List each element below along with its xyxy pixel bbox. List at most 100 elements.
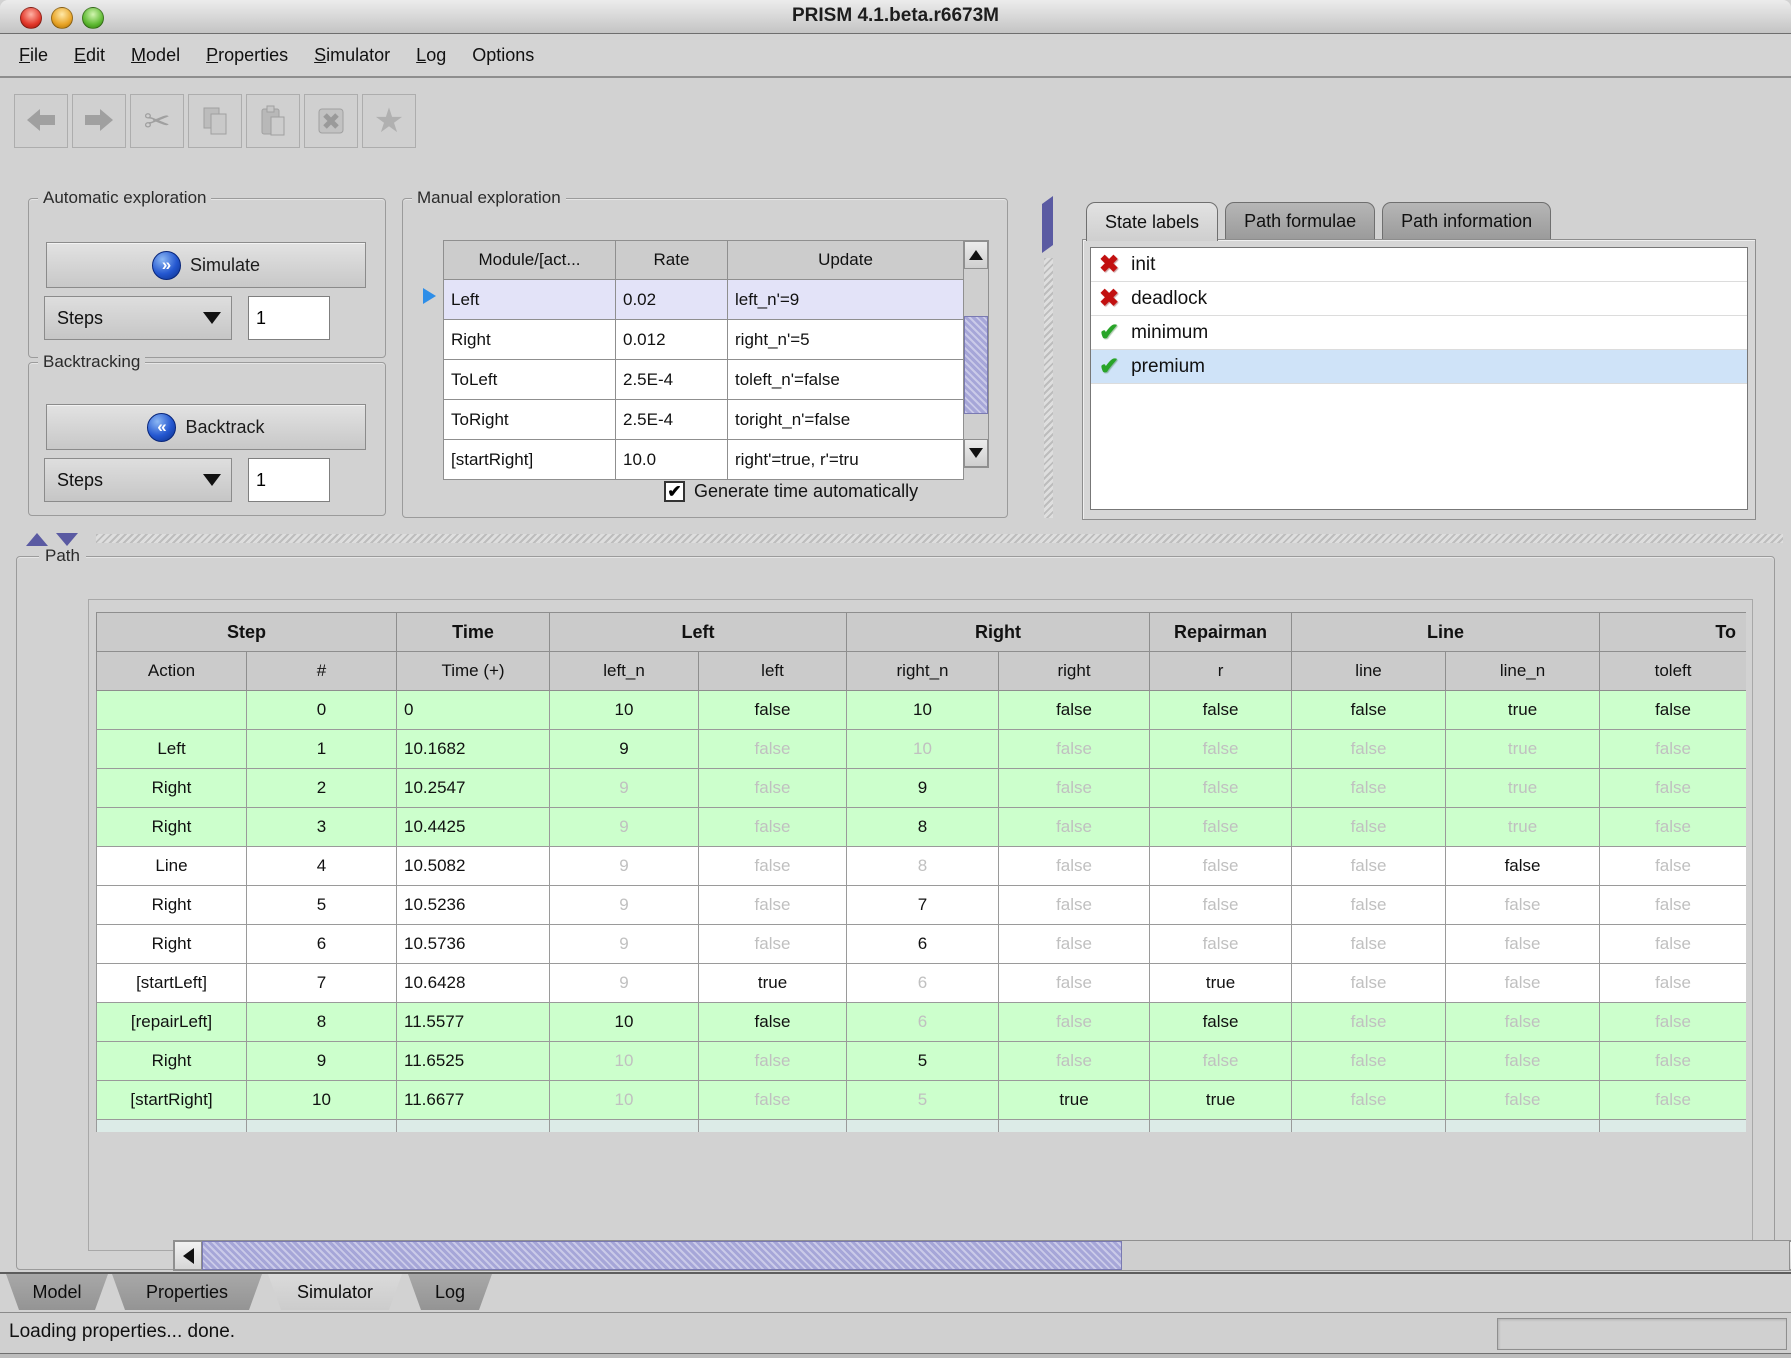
scroll-left-button[interactable] (174, 1241, 202, 1270)
cell-value: false (999, 769, 1150, 808)
cell-step-number: 5 (247, 886, 397, 925)
cut-button[interactable]: ✂ (130, 94, 184, 148)
path-row-4[interactable]: Line410.50829false8falsefalsefalsefalsef… (97, 847, 1747, 886)
path-column-left-n: left_n (550, 652, 699, 691)
state-label-deadlock[interactable]: ✖deadlock (1091, 282, 1747, 316)
generate-time-checkbox[interactable]: ✔ (664, 481, 685, 502)
simulate-steps-combo[interactable]: Steps (44, 296, 232, 340)
cell-value: false (1600, 808, 1746, 847)
cell-step-number: 1 (247, 730, 397, 769)
cell-value: 6 (847, 925, 999, 964)
backtrack-steps-combo-value: Steps (57, 470, 103, 491)
simulate-button[interactable]: » Simulate (46, 242, 366, 288)
redo-arrow-button[interactable] (72, 94, 126, 148)
state-label-init[interactable]: ✖init (1091, 248, 1747, 282)
cell-value: 9 (550, 964, 699, 1003)
cell-action: Left (97, 730, 247, 769)
cell-action: Right (97, 1042, 247, 1081)
menu-model[interactable]: Model (118, 41, 193, 70)
cell-step-number: 3 (247, 808, 397, 847)
cell-value: false (699, 886, 847, 925)
menu-simulator[interactable]: Simulator (301, 41, 403, 70)
path-row-10[interactable]: [startRight]1011.667710false5truetruefal… (97, 1081, 1747, 1120)
cell-value: false (1446, 847, 1600, 886)
copy-button[interactable] (188, 94, 242, 148)
cell-value: false (1150, 1120, 1292, 1133)
path-row-8[interactable]: [repairLeft]811.557710false6falsefalsefa… (97, 1003, 1747, 1042)
cell-value: false (1150, 769, 1292, 808)
cell-value: false (999, 847, 1150, 886)
cell-value: false (1150, 886, 1292, 925)
backtrack-steps-combo[interactable]: Steps (44, 458, 232, 502)
cell-value: false (699, 730, 847, 769)
vertical-splitter[interactable] (1040, 198, 1058, 518)
cell-value: 10 (550, 1081, 699, 1120)
tab-simulator[interactable]: Simulator (268, 1274, 402, 1310)
path-row-2[interactable]: Right210.25479false9falsefalsefalsetruef… (97, 769, 1747, 808)
path-row-0[interactable]: 0010false10falsefalsefalsetruefalse (97, 691, 1747, 730)
cell-value: false (1292, 769, 1446, 808)
path-horizontal-scrollbar[interactable] (173, 1240, 1791, 1271)
cell-value: 9 (550, 730, 699, 769)
tab-state-labels[interactable]: State labels (1086, 202, 1218, 241)
backtrack-steps-input[interactable] (248, 458, 330, 502)
cell-value: true (699, 964, 847, 1003)
backtrack-button[interactable]: « Backtrack (46, 404, 366, 450)
path-row-1[interactable]: Left110.16829false10falsefalsefalsetruef… (97, 730, 1747, 769)
scroll-up-button[interactable] (964, 241, 988, 269)
scrollbar-thumb[interactable] (964, 316, 988, 414)
delete-button[interactable] (304, 94, 358, 148)
tab-path-formulae[interactable]: Path formulae (1225, 202, 1375, 239)
menu-log[interactable]: Log (403, 41, 459, 70)
cell-value: false (1292, 1003, 1446, 1042)
path-row-9[interactable]: Right911.652510false5falsefalsefalsefals… (97, 1042, 1747, 1081)
check-icon: ✔ (1099, 321, 1119, 345)
path-row-6[interactable]: Right610.57369false6falsefalsefalsefalse… (97, 925, 1747, 964)
state-label-name: premium (1131, 356, 1205, 378)
cell-value: false (999, 886, 1150, 925)
transition-row-0[interactable]: Left0.02left_n'=9 (444, 280, 964, 320)
transition-row-2[interactable]: ToLeft2.5E-4toleft_n'=false (444, 360, 964, 400)
path-row-5[interactable]: Right510.52369false7falsefalsefalsefalse… (97, 886, 1747, 925)
menu-properties[interactable]: Properties (193, 41, 301, 70)
cell-value: 6 (847, 964, 999, 1003)
tab-log[interactable]: Log (408, 1274, 492, 1310)
cell-action: [startLeft] (97, 964, 247, 1003)
cell-value: 9 (550, 886, 699, 925)
star-button[interactable]: ★ (362, 94, 416, 148)
collapse-up-icon[interactable] (26, 533, 48, 546)
manual-exploration-vertical-scrollbar[interactable] (963, 240, 989, 468)
automatic-exploration-title: Automatic exploration (38, 188, 211, 208)
scrollbar-thumb[interactable] (202, 1241, 1122, 1270)
cell-value: false (1600, 769, 1746, 808)
tab-model[interactable]: Model (6, 1274, 108, 1310)
state-label-premium[interactable]: ✔premium (1091, 350, 1747, 384)
transition-row-3[interactable]: ToRight2.5E-4toright_n'=false (444, 400, 964, 440)
transition-row-4[interactable]: [startRight]10.0right'=true, r'=tru (444, 440, 964, 480)
path-row-3[interactable]: Right310.44259false8falsefalsefalsetruef… (97, 808, 1747, 847)
toolbar: ✂★ (0, 80, 1791, 162)
tab-properties[interactable]: Properties (112, 1274, 262, 1310)
collapse-down-icon[interactable] (56, 533, 78, 546)
horizontal-splitter[interactable] (8, 531, 1783, 546)
path-row-11[interactable]: [repairRight]1111.949210false6falsefalse… (97, 1120, 1747, 1133)
cell-step-number: 2 (247, 769, 397, 808)
cell-value: false (699, 1120, 847, 1133)
cell: 2.5E-4 (616, 360, 728, 400)
status-progress-cell (1497, 1318, 1787, 1350)
undo-arrow-button[interactable] (14, 94, 68, 148)
menu-options[interactable]: Options (459, 41, 547, 70)
collapse-right-icon[interactable] (1042, 220, 1053, 253)
cell-value: 9 (847, 769, 999, 808)
cell-value: false (1150, 730, 1292, 769)
scroll-down-button[interactable] (964, 439, 988, 467)
cell-value: true (999, 1081, 1150, 1120)
paste-button[interactable] (246, 94, 300, 148)
transition-row-1[interactable]: Right0.012right_n'=5 (444, 320, 964, 360)
path-row-7[interactable]: [startLeft]710.64289true6falsetruefalsef… (97, 964, 1747, 1003)
simulate-steps-input[interactable] (248, 296, 330, 340)
menu-edit[interactable]: Edit (61, 41, 118, 70)
tab-path-information[interactable]: Path information (1382, 202, 1551, 239)
menu-file[interactable]: File (6, 41, 61, 70)
state-label-minimum[interactable]: ✔minimum (1091, 316, 1747, 350)
